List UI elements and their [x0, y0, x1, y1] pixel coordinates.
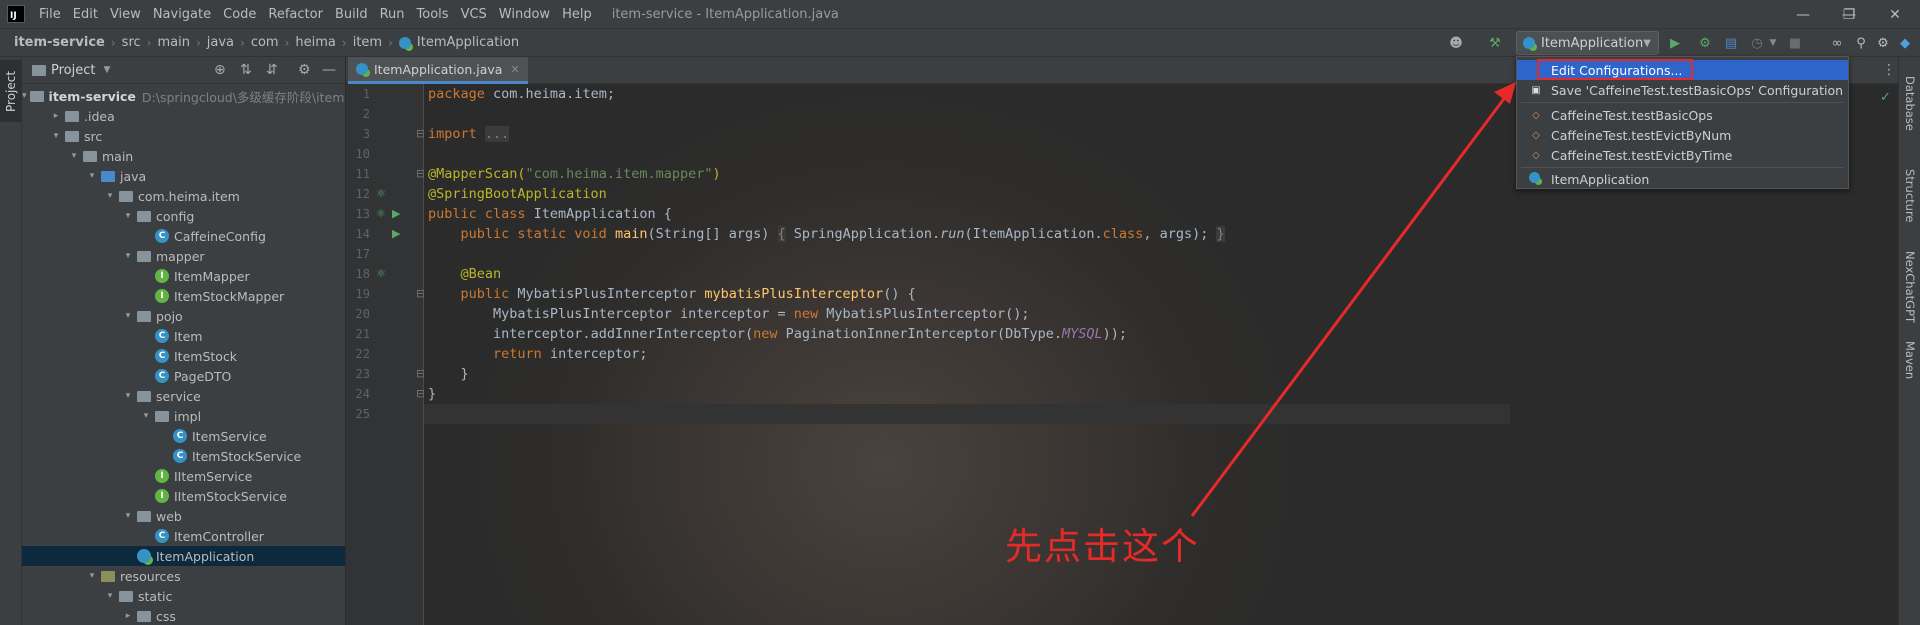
- annotation-arrow: [1190, 82, 1516, 517]
- minimize-btn-icon[interactable]: —: [1780, 0, 1826, 29]
- annotation-text: 先点击这个: [1005, 525, 1200, 568]
- close-window-icon[interactable]: ✕: [1872, 0, 1918, 29]
- maximize-restore-icon[interactable]: ❐: [1826, 0, 1872, 29]
